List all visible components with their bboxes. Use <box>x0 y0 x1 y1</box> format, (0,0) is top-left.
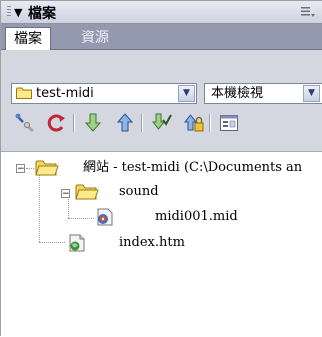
tree-connector <box>26 168 34 170</box>
folder-icon <box>16 87 32 99</box>
collapse-toggle-sound[interactable]: − <box>61 189 70 199</box>
tab-files[interactable]: 檔案 <box>5 27 51 50</box>
triangle-down-icon[interactable]: ▼ <box>14 6 22 19</box>
toolbar-separator <box>141 114 143 132</box>
refresh-icon[interactable] <box>45 111 69 135</box>
folder-open-icon <box>35 160 59 176</box>
html-file-icon <box>69 234 85 252</box>
connect-icon[interactable] <box>13 111 37 135</box>
site-select-value: test-midi <box>36 86 94 101</box>
tree-connector <box>39 242 65 244</box>
tree-item-label: sound <box>119 184 159 199</box>
check-in-icon[interactable] <box>181 111 205 135</box>
view-select[interactable]: 本機檢視 ▼ <box>204 83 322 104</box>
chevron-down-icon[interactable]: ▼ <box>303 85 320 102</box>
toolbar-buttons <box>1 111 322 137</box>
tree-connector <box>39 172 41 242</box>
tree-item-label: midi001.mid <box>155 209 238 224</box>
collapse-toggle-root[interactable]: − <box>16 164 25 174</box>
toolbar-separator <box>73 114 75 132</box>
files-toolbar: test-midi ▼ 本機檢視 ▼ <box>1 50 322 151</box>
check-out-icon[interactable] <box>149 111 173 135</box>
toolbar-separator <box>209 114 211 132</box>
tree-connector <box>68 218 94 220</box>
panel-options-icon[interactable] <box>300 5 316 19</box>
get-files-icon[interactable] <box>81 111 105 135</box>
site-select[interactable]: test-midi ▼ <box>11 83 197 104</box>
audio-file-icon <box>97 208 113 226</box>
panel-tabs: 檔案 資源 <box>1 24 322 50</box>
tree-connector <box>68 196 70 218</box>
panel-title: 檔案 <box>28 6 56 22</box>
file-tree: − 網站 - test-midi (C:\Documents an − soun… <box>1 151 322 337</box>
view-select-value: 本機檢視 <box>211 86 264 101</box>
files-panel: ▼ 檔案 檔案 資源 test-midi ▼ 本機檢視 ▼ − 網站 - tes… <box>0 0 322 337</box>
tree-item-label: 網站 - test-midi (C:\Documents an <box>83 160 303 175</box>
folder-open-icon <box>75 184 99 200</box>
drag-grip-icon[interactable] <box>7 6 11 18</box>
expand-icon[interactable] <box>217 111 241 135</box>
panel-titlebar[interactable]: ▼ 檔案 <box>1 1 322 24</box>
chevron-down-icon[interactable]: ▼ <box>178 85 195 102</box>
tree-item-label: index.htm <box>119 235 185 250</box>
tab-assets[interactable]: 資源 <box>73 27 117 49</box>
put-files-icon[interactable] <box>113 111 137 135</box>
